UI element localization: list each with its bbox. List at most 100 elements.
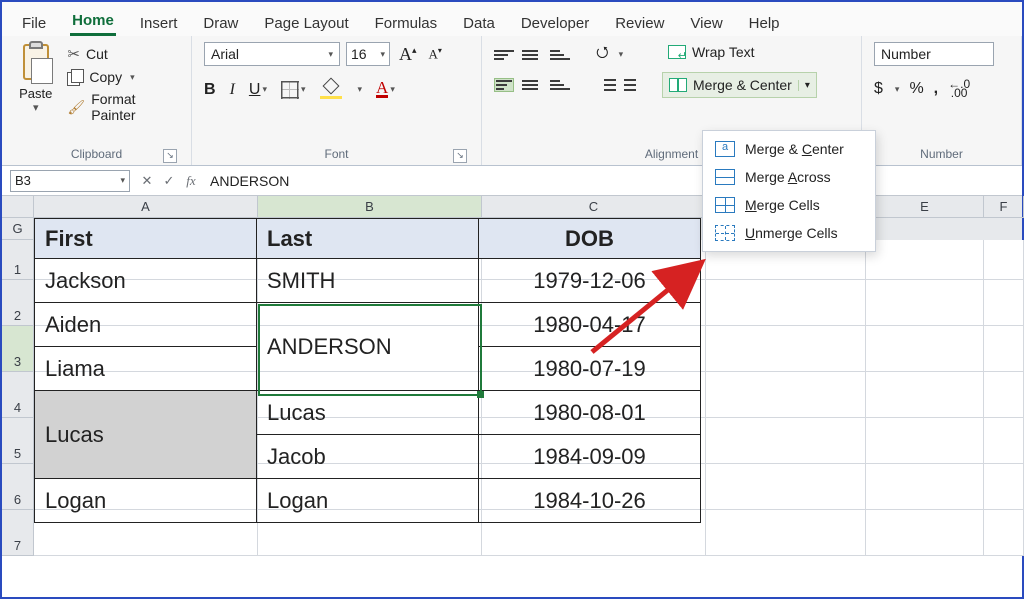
chevron-down-icon[interactable]: ▾ — [358, 84, 363, 95]
tab-view[interactable]: View — [688, 11, 724, 36]
cell-A2[interactable]: Jackson — [35, 259, 257, 303]
cell-C7[interactable]: 1984-10-26 — [479, 479, 701, 523]
align-left-button[interactable] — [494, 78, 514, 92]
tab-file[interactable]: File — [20, 11, 48, 36]
chevron-down-icon[interactable]: ▾ — [262, 84, 267, 95]
paste-caret-icon[interactable]: ▾ — [14, 101, 57, 114]
wrap-text-button[interactable]: Wrap Text — [662, 42, 817, 62]
formula-value[interactable]: ANDERSON — [202, 173, 1022, 189]
cell-B5[interactable]: Lucas — [257, 391, 479, 435]
cell-C4[interactable]: 1980-07-19 — [479, 347, 701, 391]
row-header-3[interactable]: 3 — [2, 326, 34, 372]
tab-developer[interactable]: Developer — [519, 11, 591, 36]
format-painter-button[interactable]: Format Painter — [65, 90, 179, 124]
comma-style-button[interactable]: , — [934, 80, 938, 98]
cell-C3[interactable]: 1980-04-17 — [479, 303, 701, 347]
clipboard-dialog-launcher[interactable]: ↘ — [163, 149, 177, 163]
menu-merge-across[interactable]: Merge Across — [703, 163, 875, 191]
currency-button[interactable]: $ — [874, 80, 883, 98]
fill-color-button[interactable] — [320, 80, 342, 99]
cell-A3[interactable]: Aiden — [35, 303, 257, 347]
tab-help[interactable]: Help — [747, 11, 782, 36]
select-all-corner[interactable] — [2, 196, 34, 218]
menu-merge-center[interactable]: Merge & Center — [703, 135, 875, 163]
font-name-select[interactable]: Arial ▾ — [204, 42, 340, 66]
cell-B7[interactable]: Logan — [257, 479, 479, 523]
borders-button[interactable]: ▾ — [281, 81, 306, 99]
cell-B2[interactable]: SMITH — [257, 259, 479, 303]
copy-caret-icon[interactable]: ▾ — [130, 72, 135, 83]
cell-B6[interactable]: Jacob — [257, 435, 479, 479]
align-middle-button[interactable] — [522, 50, 542, 60]
tab-review[interactable]: Review — [613, 11, 666, 36]
col-header-E[interactable]: E — [866, 196, 984, 218]
row-header-7[interactable]: 7 — [2, 510, 34, 556]
cell-B3-merged[interactable]: ANDERSON — [257, 303, 479, 391]
group-title-number: Number — [874, 145, 1009, 165]
tab-page-layout[interactable]: Page Layout — [262, 11, 350, 36]
align-top-button[interactable] — [494, 50, 514, 60]
header-first[interactable]: First — [35, 219, 257, 259]
tab-draw[interactable]: Draw — [201, 11, 240, 36]
merge-center-split-button[interactable]: Merge & Center ▾ — [662, 72, 817, 98]
col-header-F[interactable]: F — [984, 196, 1024, 218]
fill-color-swatch — [320, 96, 342, 99]
header-last[interactable]: Last — [257, 219, 479, 259]
increase-indent-button[interactable] — [624, 77, 644, 93]
chevron-down-icon[interactable]: ▾ — [895, 84, 900, 95]
tab-data[interactable]: Data — [461, 11, 497, 36]
grow-font-button[interactable]: A▴ — [396, 44, 420, 65]
insert-function-button[interactable]: fx — [180, 173, 202, 189]
underline-button[interactable]: U ▾ — [249, 81, 267, 99]
percent-button[interactable]: % — [909, 80, 923, 98]
copy-button[interactable]: Copy ▾ — [65, 68, 179, 86]
tab-insert[interactable]: Insert — [138, 11, 180, 36]
cancel-formula-button[interactable]: ✕ — [136, 173, 158, 189]
chevron-down-icon[interactable]: ▾ — [619, 49, 624, 60]
decrease-indent-button[interactable] — [596, 77, 616, 93]
col-header-G[interactable]: G — [2, 218, 34, 240]
align-center-button[interactable] — [522, 80, 542, 90]
col-header-A[interactable]: A — [34, 196, 258, 218]
paste-button[interactable]: Paste ▾ — [14, 42, 57, 145]
chevron-down-icon: ▾ — [328, 49, 333, 60]
font-color-button[interactable]: A ▾ — [376, 81, 395, 98]
menu-unmerge-cells[interactable]: Unmerge Cells — [703, 219, 875, 247]
align-right-button[interactable] — [550, 80, 570, 90]
name-box[interactable]: B3 ▾ — [10, 170, 130, 192]
cell-A4[interactable]: Liama — [35, 347, 257, 391]
chevron-down-icon[interactable]: ▾ — [301, 84, 306, 95]
number-format-select[interactable]: Number — [874, 42, 994, 66]
col-header-B[interactable]: B — [258, 196, 482, 218]
cell-C6[interactable]: 1984-09-09 — [479, 435, 701, 479]
enter-formula-button[interactable]: ✓ — [158, 173, 180, 189]
orientation-button[interactable] — [596, 42, 609, 67]
row-header-6[interactable]: 6 — [2, 464, 34, 510]
row-header-4[interactable]: 4 — [2, 372, 34, 418]
cell-C5[interactable]: 1980-08-01 — [479, 391, 701, 435]
cell-C2[interactable]: 1979-12-06 — [479, 259, 701, 303]
shrink-font-button[interactable]: A▾ — [426, 46, 445, 62]
chevron-down-icon[interactable]: ▾ — [390, 84, 395, 95]
col-header-C[interactable]: C — [482, 196, 706, 218]
bold-button[interactable]: B — [204, 81, 216, 99]
menu-merge-cells[interactable]: Merge Cells — [703, 191, 875, 219]
font-dialog-launcher[interactable]: ↘ — [453, 149, 467, 163]
cell-A7[interactable]: Logan — [35, 479, 257, 523]
font-size-select[interactable]: 16 ▾ — [346, 42, 390, 66]
row-header-2[interactable]: 2 — [2, 280, 34, 326]
merge-center-caret[interactable]: ▾ — [798, 80, 810, 91]
tab-formulas[interactable]: Formulas — [373, 11, 440, 36]
merge-center-icon — [715, 141, 735, 157]
italic-button[interactable]: I — [230, 81, 235, 99]
borders-icon — [281, 81, 299, 99]
row-header-1[interactable]: 1 — [2, 240, 34, 280]
cut-button[interactable]: Cut — [65, 44, 179, 64]
wrap-text-icon — [668, 45, 686, 59]
increase-decimal-button[interactable]: ←.0.00 — [948, 80, 970, 98]
row-header-5[interactable]: 5 — [2, 418, 34, 464]
header-dob[interactable]: DOB — [479, 219, 701, 259]
align-bottom-button[interactable] — [550, 50, 570, 60]
tab-home[interactable]: Home — [70, 8, 116, 36]
cell-A5-merged[interactable]: Lucas — [35, 391, 257, 479]
